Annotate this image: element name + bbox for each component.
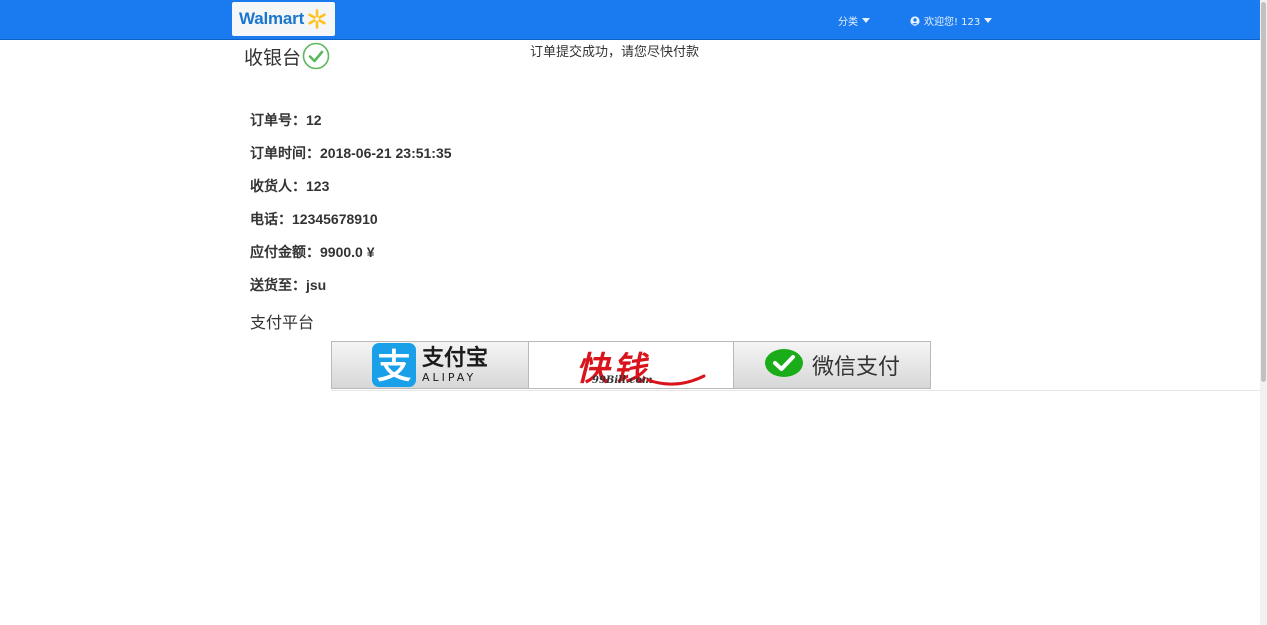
category-dropdown[interactable]: 分类 <box>838 13 870 28</box>
alipay-name: 支付宝 <box>421 345 488 371</box>
check-circle-icon <box>302 42 330 70</box>
top-navbar: Walmart 分类 欢迎您! 123 <box>0 0 1260 40</box>
success-message: 订单提交成功，请您尽快付款 <box>530 45 700 60</box>
consignee-row: 收货人：123 <box>250 176 329 196</box>
swoosh-icon <box>646 374 706 386</box>
wechat-pay-button[interactable]: 微信支付 <box>733 341 931 389</box>
99bill-logo: 快钱 99Bill.com <box>556 342 706 388</box>
divider <box>331 390 1260 391</box>
scrollbar-thumb[interactable] <box>1261 2 1266 382</box>
user-menu-dropdown[interactable]: 欢迎您! 123 <box>910 13 993 28</box>
svg-text:支: 支 <box>377 347 411 387</box>
wechat-pay-icon <box>764 349 803 377</box>
phone-row: 电话：12345678910 <box>250 209 378 229</box>
99bill-sub: 99Bill.com <box>592 375 653 386</box>
page-title-text: 收银台 <box>244 46 302 69</box>
amount-due-value: 9900.0 ¥ <box>320 244 375 260</box>
spark-icon <box>308 9 326 29</box>
order-time-label: 订单时间： <box>250 145 320 161</box>
payment-platform-title: 支付平台 <box>250 313 315 332</box>
alipay-icon: 支 <box>371 343 416 387</box>
brand-name: Walmart <box>239 9 305 28</box>
delivery-address-value: jsu <box>306 277 327 293</box>
caret-down-icon <box>984 18 993 23</box>
amount-due-row: 应付金额：9900.0 ¥ <box>250 242 375 262</box>
alipay-button[interactable]: 支 支付宝 ALIPAY <box>331 341 529 389</box>
order-number-value: 12 <box>306 112 322 128</box>
user-greeting: 欢迎您! 123 <box>924 17 981 28</box>
phone-label: 电话： <box>250 211 292 227</box>
phone-value: 12345678910 <box>292 211 378 227</box>
caret-down-icon <box>862 18 870 23</box>
category-label: 分类 <box>838 17 858 28</box>
user-circle-icon <box>910 15 920 26</box>
consignee-value: 123 <box>306 178 330 194</box>
consignee-label: 收货人： <box>250 178 306 194</box>
amount-due-label: 应付金额： <box>250 244 320 260</box>
walmart-logo[interactable]: Walmart <box>232 2 335 36</box>
wechat-pay-name: 微信支付 <box>811 355 900 380</box>
alipay-sub: ALIPAY <box>421 370 477 384</box>
delivery-address-label: 送货至： <box>250 277 306 293</box>
99bill-button[interactable]: 快钱 99Bill.com <box>528 341 734 389</box>
page-title: 收银台 <box>244 42 330 70</box>
order-number-label: 订单号： <box>250 112 306 128</box>
order-time-row: 订单时间：2018-06-21 23:51:35 <box>250 143 452 163</box>
order-time-value: 2018-06-21 23:51:35 <box>320 145 452 161</box>
order-number-row: 订单号：12 <box>250 110 322 130</box>
delivery-address-row: 送货至：jsu <box>250 275 326 295</box>
payment-options: 支 支付宝 ALIPAY 快钱 99Bill.com 微信支付 <box>331 341 931 390</box>
